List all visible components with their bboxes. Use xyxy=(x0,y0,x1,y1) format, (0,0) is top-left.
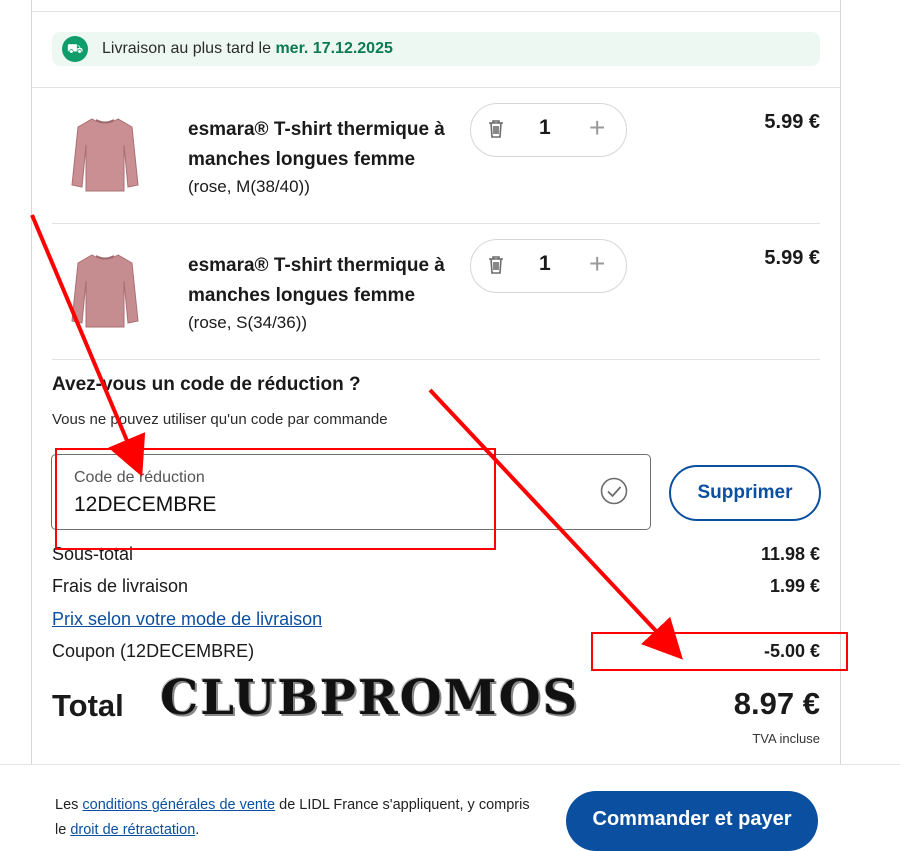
coupon-subtitle: Vous ne pouvez utiliser qu'un code par c… xyxy=(52,411,388,428)
coupon-code-field[interactable]: Code de réduction 12DECEMBRE xyxy=(51,454,651,530)
subtotal-label: Sous-total xyxy=(52,544,134,564)
quantity-stepper: 1 + xyxy=(470,103,627,157)
divider xyxy=(52,359,820,360)
shipping-row: Frais de livraison 1.99 € xyxy=(52,576,820,597)
remove-coupon-button[interactable]: Supprimer xyxy=(669,465,821,521)
product-name[interactable]: esmara® T-shirt thermique à manches long… xyxy=(188,115,478,175)
product-name[interactable]: esmara® T-shirt thermique à manches long… xyxy=(188,251,478,311)
trash-icon[interactable] xyxy=(485,118,507,140)
terms-of-sale-link[interactable]: conditions générales de vente xyxy=(82,797,275,813)
terms-text: Les conditions générales de vente de LID… xyxy=(55,793,535,843)
checkout-footer: Les conditions générales de vente de LID… xyxy=(0,764,900,851)
delivery-truck-icon: ⛟ xyxy=(62,36,88,62)
coupon-field-value[interactable]: 12DECEMBRE xyxy=(74,493,216,517)
shipping-link-row: Prix selon votre mode de livraison xyxy=(52,609,820,630)
product-price: 5.99 € xyxy=(764,111,820,133)
plus-icon[interactable]: + xyxy=(589,110,605,146)
divider xyxy=(32,11,840,12)
coupon-title: Avez-vous un code de réduction ? xyxy=(52,374,361,395)
trash-icon[interactable] xyxy=(485,254,507,276)
plus-icon[interactable]: + xyxy=(589,246,605,282)
total-label: Total xyxy=(52,688,124,723)
cart-item: esmara® T-shirt thermique à manches long… xyxy=(32,239,840,371)
product-variant: (rose, M(38/40)) xyxy=(188,177,310,196)
coupon-label: Coupon (12DECEMBRE) xyxy=(52,641,255,661)
shipping-label: Frais de livraison xyxy=(52,576,189,596)
product-price: 5.99 € xyxy=(764,247,820,269)
coupon-value: -5.00 € xyxy=(763,641,820,661)
quantity-value: 1 xyxy=(539,116,551,139)
terms-prefix: Les xyxy=(55,797,79,813)
product-image[interactable] xyxy=(70,251,140,331)
terms-suffix: . xyxy=(195,822,200,838)
shipping-price-link[interactable]: Prix selon votre mode de livraison xyxy=(52,609,322,629)
total-value: 8.97 € xyxy=(733,686,820,721)
coupon-field-label: Code de réduction xyxy=(74,469,205,486)
divider xyxy=(32,87,840,88)
shipping-value: 1.99 € xyxy=(769,576,820,596)
watermark-logo: CLUBPROMOS xyxy=(160,670,580,726)
divider xyxy=(52,223,820,224)
check-circle-icon xyxy=(600,477,628,505)
coupon-row: Coupon (12DECEMBRE) -5.00 € xyxy=(52,641,820,662)
delivery-date: mer. 17.12.2025 xyxy=(275,40,393,57)
subtotal-value: 11.98 € xyxy=(760,544,820,564)
product-variant: (rose, S(34/36)) xyxy=(188,313,308,332)
cart-summary-panel: ⛟ Livraison au plus tard le mer. 17.12.2… xyxy=(31,0,841,764)
delivery-label: Livraison au plus tard le xyxy=(102,40,271,57)
order-and-pay-button[interactable]: Commander et payer xyxy=(566,791,818,851)
quantity-value: 1 xyxy=(539,252,551,275)
withdrawal-right-link[interactable]: droit de rétractation xyxy=(70,822,195,838)
subtotal-row: Sous-total 11.98 € xyxy=(52,544,820,565)
quantity-stepper: 1 + xyxy=(470,239,627,293)
delivery-banner: ⛟ Livraison au plus tard le mer. 17.12.2… xyxy=(52,32,820,66)
delivery-text: Livraison au plus tard le mer. 17.12.202… xyxy=(102,40,393,58)
cart-item: esmara® T-shirt thermique à manches long… xyxy=(32,103,840,235)
tax-note: TVA incluse xyxy=(752,731,820,746)
product-image[interactable] xyxy=(70,115,140,195)
